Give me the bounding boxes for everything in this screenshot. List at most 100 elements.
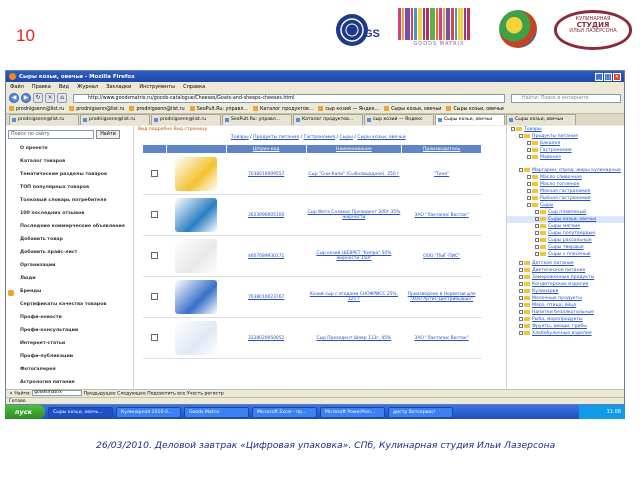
taskbar-window-button[interactable]: Goods Matrix (184, 406, 249, 418)
product-barcode[interactable]: 7038010023767 (226, 276, 307, 318)
minimize-button[interactable]: _ (595, 72, 603, 81)
tree-node[interactable]: Напитки безалкогольные (507, 309, 624, 316)
home-button[interactable]: ⌂ (57, 93, 67, 103)
tree-node[interactable]: Продукты питания (507, 133, 624, 140)
menu-item[interactable]: Закладки (106, 84, 131, 90)
tree-node[interactable]: Гастрономия (507, 147, 624, 154)
left-menu-item[interactable]: Фотогалерея (20, 364, 133, 377)
left-menu-item[interactable]: Последние коммерческие объявления (20, 221, 133, 234)
product-image[interactable] (175, 321, 218, 355)
menu-item[interactable]: Файл (10, 84, 24, 90)
tree-node[interactable]: Сыры (507, 202, 624, 209)
tree-node[interactable]: Сыры козьи, овечьи (507, 216, 624, 223)
browser-tab[interactable]: SeoPult.Ru: управл... (222, 114, 292, 125)
tree-node[interactable]: Диетическое питание (507, 267, 624, 274)
browser-tab[interactable]: prodnigsenn@list.ru (151, 114, 221, 125)
bookmark-item[interactable]: SeoPult.Ru: управл... (189, 106, 248, 112)
product-barcode[interactable]: 7038010009557 (226, 153, 307, 195)
bookmark-item[interactable]: prodnigsenn@list.ru (129, 106, 185, 112)
left-menu-item[interactable]: 100 последних отзывов (20, 208, 133, 221)
product-name[interactable]: Сыр Фета Салакис Президент 200г 35% жирн… (306, 194, 402, 236)
tree-node[interactable]: Товары (507, 126, 624, 133)
left-menu-item[interactable]: Добавить товар (20, 234, 133, 247)
taskbar-window-button[interactable]: Кулинарная 2010-0... (116, 406, 181, 418)
tree-node[interactable]: Кулинария (507, 288, 624, 295)
tree-node[interactable]: Бакалея (507, 140, 624, 147)
forward-button[interactable]: ▶ (21, 93, 31, 103)
reload-button[interactable]: ↻ (33, 93, 43, 103)
expand-toggle-icon[interactable] (527, 202, 531, 207)
product-name[interactable]: Козий сыр с ягодами СНОФРИСС 25%, 125 г (306, 276, 402, 318)
product-barcode[interactable]: 4607089930371 (226, 235, 307, 277)
taskbar-window-button[interactable]: Microsoft PowerPoin... (320, 406, 385, 418)
maker-column-header[interactable]: Производитель (401, 144, 482, 154)
expand-toggle-icon[interactable] (527, 181, 531, 186)
close-button[interactable]: × (613, 72, 621, 81)
expand-toggle-icon[interactable] (527, 154, 531, 159)
product-maker[interactable]: Произведено в Норвегии для "ХОО Артис-Ди… (401, 276, 482, 318)
tree-node[interactable]: Сыры твердые (507, 244, 624, 251)
product-maker[interactable]: ЗАО "Лактапис Восток" (401, 194, 482, 236)
browser-tab[interactable]: prodnigsenn@list.ru (9, 114, 79, 125)
product-image[interactable] (175, 239, 218, 273)
find-next-button[interactable]: Следующее (117, 392, 146, 397)
browser-tab[interactable]: Каталог продуктов... (293, 114, 363, 125)
tree-node[interactable]: Замороженные продукты (507, 274, 624, 281)
breadcrumb-link[interactable]: Продукты питания (253, 135, 299, 140)
menu-item[interactable]: Правка (32, 84, 51, 90)
expand-toggle-icon[interactable] (519, 295, 523, 300)
expand-toggle-icon[interactable] (519, 309, 523, 314)
expand-toggle-icon[interactable] (535, 223, 539, 228)
menu-item[interactable]: Журнал (77, 84, 98, 90)
row-checkbox[interactable] (150, 333, 158, 341)
expand-toggle-icon[interactable] (519, 302, 523, 307)
tree-node[interactable]: Молочные продукты (507, 295, 624, 302)
bookmark-item[interactable]: Каталог продуктов... (252, 106, 313, 112)
bookmark-item[interactable]: Сыры козьи, овечьи (384, 106, 441, 112)
find-input[interactable]: goodsmatrix (32, 390, 83, 396)
left-menu-item[interactable]: ТОП популярных товаров (20, 182, 133, 195)
bookmark-item[interactable]: prodnigsenn@list.ru (69, 106, 124, 112)
tree-node[interactable]: Сыры полутвердые (507, 230, 624, 237)
breadcrumb-link[interactable]: Гастрономия (303, 135, 335, 140)
start-button[interactable]: пуск (5, 405, 45, 419)
expand-toggle-icon[interactable] (519, 167, 523, 172)
expand-toggle-icon[interactable] (535, 237, 539, 242)
find-prev-button[interactable]: Предыдущее (84, 392, 116, 397)
row-checkbox[interactable] (150, 292, 158, 300)
expand-toggle-icon[interactable] (535, 244, 539, 249)
tree-node[interactable]: Сыры мягкие (507, 223, 624, 230)
expand-toggle-icon[interactable] (519, 274, 523, 279)
row-checkbox[interactable] (150, 210, 158, 218)
find-highlight-button[interactable]: Подсветить все (147, 392, 185, 397)
left-menu-item[interactable]: Тематические разделы товаров (20, 169, 133, 182)
site-search-input[interactable]: Поиск по сайту (8, 130, 94, 139)
product-image[interactable] (175, 280, 218, 314)
tree-node[interactable]: Мясная гастрономия (507, 188, 624, 195)
expand-toggle-icon[interactable] (519, 316, 523, 321)
tree-node[interactable]: Маргарин, спред, жиры кулинарные (507, 167, 624, 174)
expand-toggle-icon[interactable] (527, 188, 531, 193)
browser-tab[interactable]: Сыры козьи, овечьи (506, 114, 576, 125)
product-maker[interactable]: ООО "ПЫГ-ПИС" (401, 235, 482, 277)
browser-tab[interactable]: сыр козий — Яндекс (364, 114, 434, 125)
address-bar[interactable]: http://www.goodsmatrix.ru/goods-catalogu… (73, 93, 505, 103)
taskbar-window-button[interactable]: Microsoft Excel - пр... (252, 406, 317, 418)
left-menu-item[interactable]: Каталог товаров (20, 156, 133, 169)
tree-node[interactable]: Фрукты, овощи, грибы (507, 323, 624, 330)
tree-node[interactable]: Мясо, птица, яйцо (507, 302, 624, 309)
left-menu-item[interactable]: Организации (20, 260, 133, 273)
tree-node[interactable]: Детское питание (507, 260, 624, 267)
expand-toggle-icon[interactable] (535, 230, 539, 235)
taskbar-window-button[interactable]: Сыры козьи, овечь... (48, 406, 113, 418)
product-name[interactable]: Сыр "Сни-Капи" (Сыболицадное), 250 г (306, 153, 402, 195)
tree-node[interactable]: Хлебобулочные изделия (507, 330, 624, 337)
tree-node[interactable]: Масло сливочное (507, 174, 624, 181)
row-checkbox[interactable] (150, 251, 158, 259)
bookmark-item[interactable]: сыр козий — Яндек... (318, 106, 379, 112)
expand-toggle-icon[interactable] (535, 209, 539, 214)
expand-toggle-icon[interactable] (519, 260, 523, 265)
product-barcode[interactable]: 3228020950052 (226, 317, 307, 359)
expand-toggle-icon[interactable] (519, 267, 523, 272)
expand-toggle-icon[interactable] (535, 251, 539, 256)
